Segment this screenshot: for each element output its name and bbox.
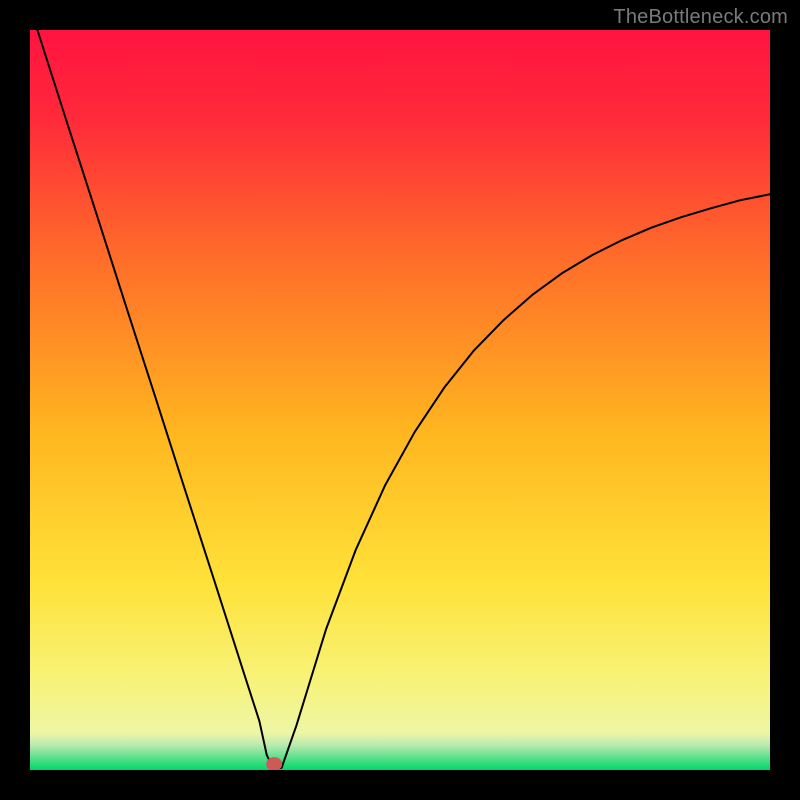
watermark-text: TheBottleneck.com — [613, 6, 788, 29]
chart-frame: TheBottleneck.com — [0, 0, 800, 800]
gradient-background — [30, 30, 770, 770]
plot-area — [30, 30, 770, 770]
bottleneck-chart — [30, 30, 770, 770]
